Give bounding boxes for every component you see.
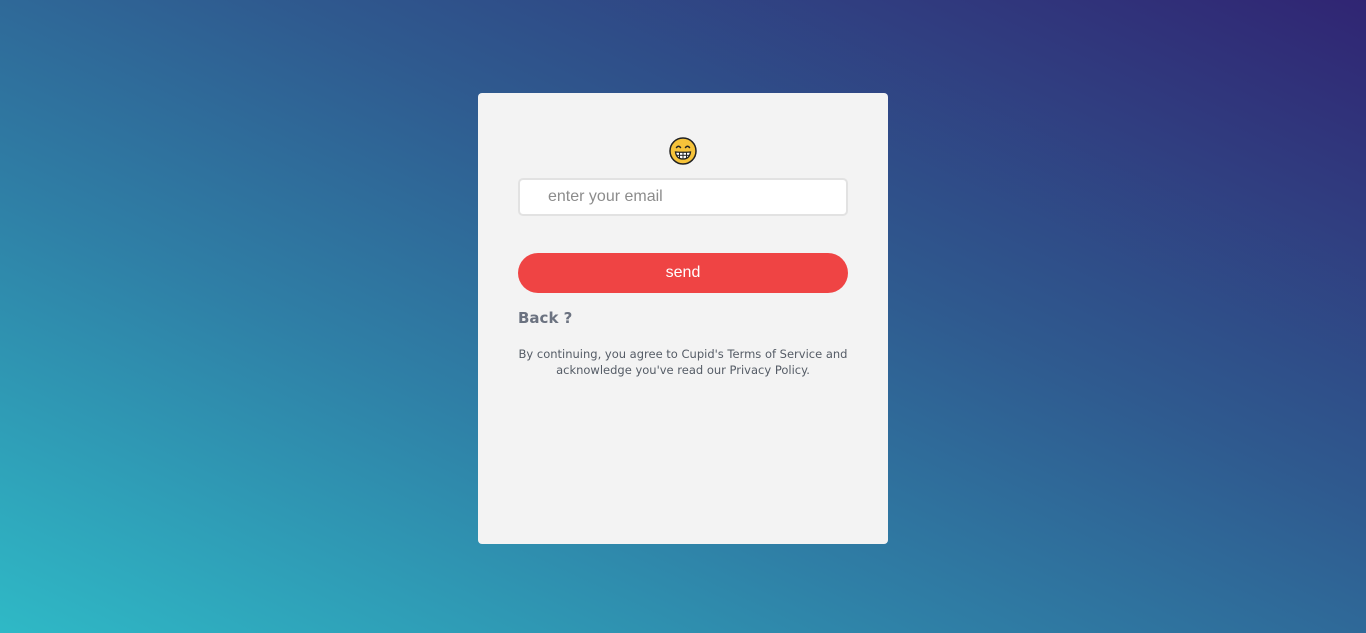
terms-notice: By continuing, you agree to Cupid's Term…: [518, 346, 848, 378]
grinning-face-icon: [668, 136, 698, 166]
back-link[interactable]: Back ?: [518, 309, 572, 327]
send-button[interactable]: send: [518, 253, 848, 293]
terms-line-2: acknowledge you've read our Privacy Poli…: [556, 363, 810, 377]
email-input[interactable]: [518, 178, 848, 216]
reset-card: send Back ? By continuing, you agree to …: [478, 93, 888, 544]
terms-line-1: By continuing, you agree to Cupid's Term…: [518, 347, 848, 361]
